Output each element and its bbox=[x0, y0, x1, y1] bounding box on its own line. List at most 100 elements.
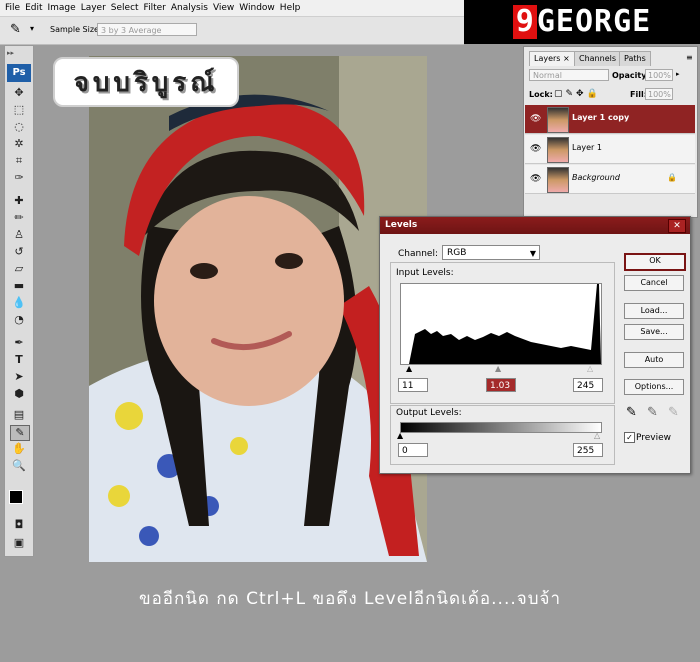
levels-dialog: Levels ✕ Channel: RGB ▼ Input Levels: ▲ … bbox=[379, 216, 691, 474]
output-black-slider-handle[interactable]: ▲ bbox=[397, 431, 403, 440]
quick-mask-icon[interactable]: ◘ bbox=[10, 518, 28, 532]
ok-button[interactable]: OK bbox=[624, 253, 686, 271]
layers-panel: Layers × Channels Paths ≡ Normal Opacity… bbox=[523, 46, 698, 218]
shape-tool-icon[interactable]: ⬢ bbox=[10, 387, 28, 401]
menu-layer[interactable]: Layer bbox=[76, 0, 106, 16]
menu-filter[interactable]: Filter bbox=[139, 0, 166, 16]
move-tool-icon[interactable]: ✥ bbox=[10, 86, 28, 100]
close-icon[interactable]: ✕ bbox=[668, 219, 686, 233]
menu-file[interactable]: File bbox=[0, 0, 20, 16]
eye-icon[interactable]: 👁 bbox=[530, 174, 541, 184]
brush-tool-icon[interactable]: ✏ bbox=[10, 211, 28, 225]
foreground-color-swatch[interactable] bbox=[9, 490, 23, 504]
channel-select[interactable]: RGB ▼ bbox=[442, 245, 540, 260]
histogram bbox=[400, 283, 602, 365]
menu-select[interactable]: Select bbox=[106, 0, 139, 16]
caption-text: ขออีกนิด กด Ctrl+L ขอดึง Levelอีกนิดเด้อ… bbox=[138, 589, 562, 609]
input-black-field[interactable]: 11 bbox=[398, 378, 428, 392]
collapse-icon[interactable]: ▸▸ bbox=[7, 49, 14, 57]
input-white-slider-handle[interactable]: △ bbox=[587, 364, 593, 373]
tab-paths[interactable]: Paths bbox=[619, 51, 651, 66]
gradient-tool-icon[interactable]: ▬ bbox=[10, 279, 28, 293]
layer-name: Layer 1 bbox=[572, 143, 602, 152]
cancel-button[interactable]: Cancel bbox=[624, 275, 684, 291]
badge-text: จบบริบูรณ์ bbox=[73, 67, 219, 98]
layer-row-background[interactable]: 👁 Background 🔒 bbox=[525, 165, 695, 194]
layer-row-layer-1-copy[interactable]: 👁 Layer 1 copy bbox=[525, 105, 695, 134]
options-button[interactable]: Options... bbox=[624, 379, 684, 395]
output-white-field[interactable]: 255 bbox=[573, 443, 603, 457]
notes-tool-icon[interactable]: ▤ bbox=[10, 408, 28, 422]
input-gamma-slider-handle[interactable]: ▲ bbox=[495, 364, 501, 373]
layer-thumbnail bbox=[547, 107, 569, 133]
load-button[interactable]: Load... bbox=[624, 303, 684, 319]
sample-size-select[interactable]: 3 by 3 Average bbox=[97, 23, 197, 36]
pen-tool-icon[interactable]: ✒ bbox=[10, 336, 28, 350]
white-eyedropper-icon[interactable]: ✎ bbox=[668, 405, 679, 420]
output-white-slider-handle[interactable]: △ bbox=[594, 431, 600, 440]
opacity-label: Opacity: bbox=[612, 71, 650, 80]
opacity-field[interactable]: 100% bbox=[645, 69, 673, 81]
crop-tool-icon[interactable]: ⌗ bbox=[10, 154, 28, 168]
gray-eyedropper-icon[interactable]: ✎ bbox=[647, 405, 658, 420]
panel-menu-icon[interactable]: ≡ bbox=[686, 53, 693, 62]
lock-label: Lock: bbox=[529, 90, 553, 99]
blend-mode-select[interactable]: Normal bbox=[529, 69, 609, 81]
opacity-chevron-icon[interactable]: ▸ bbox=[676, 70, 680, 78]
marquee-tool-icon[interactable]: ⬚ bbox=[10, 103, 28, 117]
lasso-tool-icon[interactable]: ◌ bbox=[10, 120, 28, 134]
input-black-slider-handle[interactable]: ▲ bbox=[406, 364, 412, 373]
eyedropper-icon[interactable]: ✎ bbox=[10, 22, 21, 37]
auto-button[interactable]: Auto bbox=[624, 352, 684, 368]
eraser-tool-icon[interactable]: ▱ bbox=[10, 262, 28, 276]
input-gamma-field[interactable]: 1.03 bbox=[486, 378, 516, 392]
type-tool-icon[interactable]: T bbox=[10, 353, 28, 367]
brand-red-part: 9 bbox=[512, 5, 537, 39]
child-photo-image bbox=[89, 56, 427, 562]
lock-icons[interactable]: ▢✎✥🔒 bbox=[554, 89, 601, 99]
preview-checkbox[interactable]: ✓ bbox=[624, 432, 635, 443]
menu-view[interactable]: View bbox=[208, 0, 234, 16]
path-selection-icon[interactable]: ➤ bbox=[10, 370, 28, 384]
hand-tool-icon[interactable]: ✋ bbox=[10, 442, 28, 456]
blur-tool-icon[interactable]: 💧 bbox=[10, 296, 28, 310]
layer-name: Background bbox=[572, 173, 620, 182]
layer-row-layer-1[interactable]: 👁 Layer 1 bbox=[525, 135, 695, 164]
menu-analysis[interactable]: Analysis bbox=[166, 0, 208, 16]
input-white-field[interactable]: 245 bbox=[573, 378, 603, 392]
save-button[interactable]: Save... bbox=[624, 324, 684, 340]
tab-layers-label: Layers bbox=[534, 54, 561, 63]
preview-label: Preview bbox=[636, 433, 672, 443]
dodge-tool-icon[interactable]: ◔ bbox=[10, 313, 28, 327]
black-eyedropper-icon[interactable]: ✎ bbox=[626, 405, 637, 420]
photo-canvas bbox=[89, 56, 427, 562]
lock-icon: 🔒 bbox=[667, 173, 677, 182]
clone-stamp-icon[interactable]: ♙ bbox=[10, 228, 28, 242]
histogram-graph bbox=[401, 284, 601, 364]
eye-icon[interactable]: 👁 bbox=[530, 114, 541, 124]
magic-wand-icon[interactable]: ✲ bbox=[10, 137, 28, 151]
screen-mode-icon[interactable]: ▣ bbox=[10, 536, 28, 550]
menu-image[interactable]: Image bbox=[43, 0, 76, 16]
fill-field[interactable]: 100% bbox=[645, 88, 673, 100]
menu-window[interactable]: Window bbox=[234, 0, 275, 16]
tool-preset-chevron-icon[interactable]: ▾ bbox=[30, 24, 34, 33]
options-bar: ✎ ▾ Sample Size: 3 by 3 Average bbox=[0, 17, 464, 45]
tab-layers[interactable]: Layers × bbox=[529, 51, 575, 66]
output-black-field[interactable]: 0 bbox=[398, 443, 428, 457]
toolbox: ▸▸ Ps ✥ ⬚ ◌ ✲ ⌗ ✑ ✚ ✏ ♙ ↺ ▱ ▬ 💧 ◔ ✒ T ➤ … bbox=[4, 45, 34, 557]
menu-help[interactable]: Help bbox=[275, 0, 301, 16]
slice-tool-icon[interactable]: ✑ bbox=[10, 171, 28, 185]
output-levels-label: Output Levels: bbox=[396, 408, 462, 418]
layer-name: Layer 1 copy bbox=[572, 113, 630, 122]
eye-icon[interactable]: 👁 bbox=[530, 144, 541, 154]
history-brush-icon[interactable]: ↺ bbox=[10, 245, 28, 259]
zoom-tool-icon[interactable]: 🔍 bbox=[10, 459, 28, 473]
eyedropper-tool-icon[interactable]: ✎ bbox=[10, 425, 30, 441]
input-levels-label: Input Levels: bbox=[396, 268, 454, 278]
menu-edit[interactable]: Edit bbox=[20, 0, 42, 16]
healing-brush-icon[interactable]: ✚ bbox=[10, 194, 28, 208]
sample-size-label: Sample Size: bbox=[50, 25, 102, 34]
tab-channels[interactable]: Channels bbox=[574, 51, 622, 66]
layer-thumbnail bbox=[547, 137, 569, 163]
